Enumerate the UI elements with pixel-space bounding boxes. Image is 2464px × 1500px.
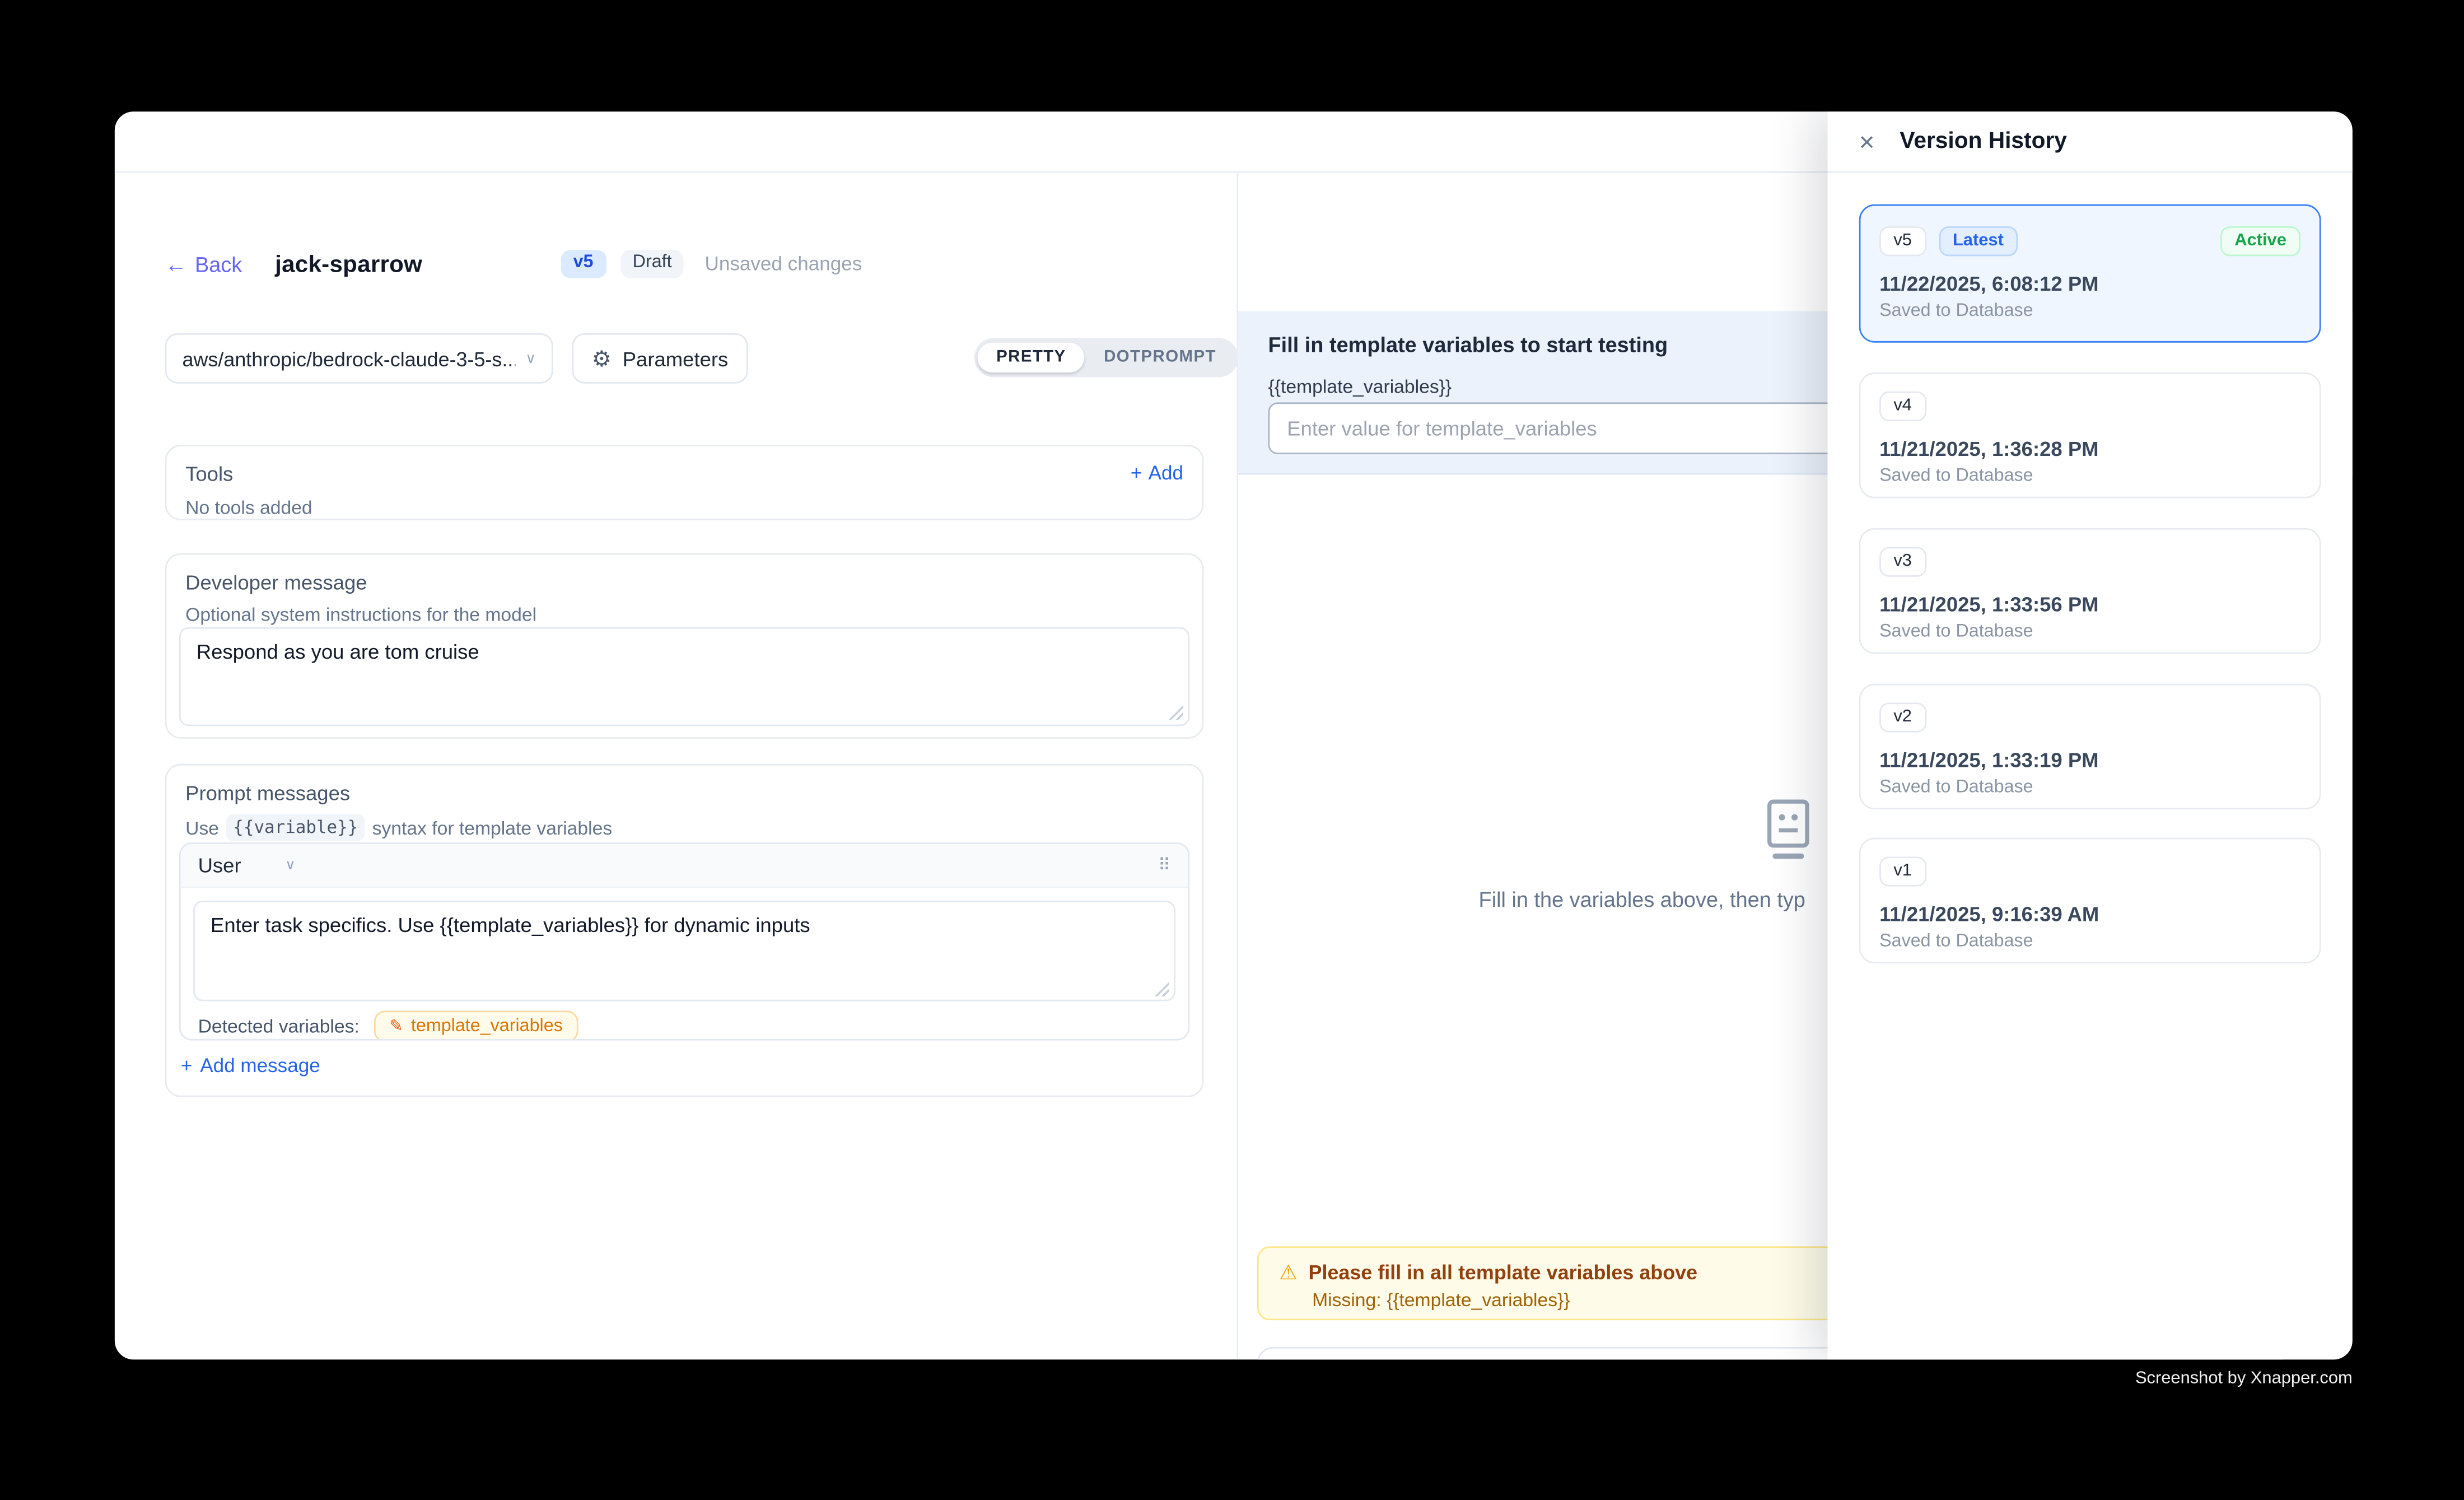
back-button[interactable]: ← Back xyxy=(165,252,242,276)
add-message-button[interactable]: + Add message xyxy=(181,1055,320,1077)
message-block: User ∨ ⠿ Enter task specifics. Use {{tem… xyxy=(179,842,1189,1041)
version-card-v2[interactable]: v2 11/21/2025, 1:33:19 PM Saved to Datab… xyxy=(1859,684,2321,809)
subtitle-suffix: syntax for template variables xyxy=(372,817,613,838)
version-number-badge: v1 xyxy=(1879,856,1926,886)
version-saved-text: Saved to Database xyxy=(1879,302,2300,321)
toggle-dotprompt[interactable]: DOTPROMPT xyxy=(1085,343,1235,372)
version-timestamp: 11/22/2025, 6:08:12 PM xyxy=(1879,272,2300,295)
chevron-down-icon: ∨ xyxy=(285,856,296,874)
version-card-v1[interactable]: v1 11/21/2025, 9:16:39 AM Saved to Datab… xyxy=(1859,838,2321,963)
tools-empty-text: No tools added xyxy=(185,497,1183,519)
variable-syntax-chip: {{variable}} xyxy=(227,814,364,841)
developer-message-input[interactable]: Respond as you are tom cruise xyxy=(179,627,1189,726)
version-timestamp: 11/21/2025, 1:33:56 PM xyxy=(1879,593,2300,616)
version-saved-text: Saved to Database xyxy=(1879,467,2300,486)
version-card-v4[interactable]: v4 11/21/2025, 1:36:28 PM Saved to Datab… xyxy=(1859,372,2321,498)
resize-grip-icon[interactable] xyxy=(1169,706,1183,720)
title-row: ← Back jack-sparrow v5 Draft Unsaved cha… xyxy=(165,244,862,285)
model-selector-value: aws/anthropic/bedrock-claude-3-5-s... xyxy=(183,347,516,370)
message-header: User ∨ ⠿ xyxy=(181,844,1188,888)
version-history-header: × Version History xyxy=(1828,111,2353,173)
version-timestamp: 11/21/2025, 1:33:19 PM xyxy=(1879,748,2300,772)
prompt-messages-subtitle: Use {{variable}} syntax for template var… xyxy=(185,814,1183,841)
warning-icon: ⚠ xyxy=(1279,1262,1298,1282)
pencil-icon: ✎ xyxy=(389,1017,403,1036)
version-card-v5[interactable]: v5 Latest Active 11/22/2025, 6:08:12 PM … xyxy=(1859,204,2321,343)
tools-section: Tools + Add No tools added xyxy=(165,445,1204,520)
version-history-title: Version History xyxy=(1900,129,2067,154)
warning-title: Please fill in all template variables ab… xyxy=(1309,1261,1698,1284)
developer-message-section: Developer message Optional system instru… xyxy=(165,553,1204,739)
version-number-badge: v2 xyxy=(1879,702,1926,732)
plus-icon: + xyxy=(181,1055,193,1077)
model-selector[interactable]: aws/anthropic/bedrock-claude-3-5-s... ∨ xyxy=(165,333,553,384)
screenshot-canvas: ← Back jack-sparrow v5 Draft Unsaved cha… xyxy=(0,0,2464,1499)
app-window: ← Back jack-sparrow v5 Draft Unsaved cha… xyxy=(115,111,2353,1359)
resize-grip-icon[interactable] xyxy=(1155,982,1169,996)
tools-title: Tools xyxy=(185,462,1183,486)
version-number-badge: v5 xyxy=(1879,226,1926,256)
version-saved-text: Saved to Database xyxy=(1879,932,2300,951)
unsaved-changes-text: Unsaved changes xyxy=(705,253,862,275)
detected-variables-label: Detected variables: xyxy=(198,1015,360,1037)
bot-face-icon xyxy=(1758,797,1818,874)
latest-badge: Latest xyxy=(1939,226,2018,256)
version-card-v3[interactable]: v3 11/21/2025, 1:33:56 PM Saved to Datab… xyxy=(1859,528,2321,654)
close-icon[interactable]: × xyxy=(1859,128,1875,155)
variable-name: template_variables xyxy=(411,1017,563,1036)
developer-message-title: Developer message xyxy=(185,571,1183,594)
version-timestamp: 11/21/2025, 9:16:39 AM xyxy=(1879,902,2300,926)
version-badge: v5 xyxy=(561,250,606,278)
add-tool-button[interactable]: + Add xyxy=(1131,462,1183,484)
page-title: jack-sparrow xyxy=(275,251,422,278)
prompt-messages-section: Prompt messages Use {{variable}} syntax … xyxy=(165,764,1204,1097)
back-label: Back xyxy=(195,252,242,276)
detected-variables-row: Detected variables: ✎ template_variables xyxy=(198,1010,578,1040)
version-number-badge: v4 xyxy=(1879,392,1926,421)
chevron-down-icon: ∨ xyxy=(525,350,536,367)
template-variable-label: {{template_variables}} xyxy=(1268,376,1452,398)
template-variable-chip[interactable]: ✎ template_variables xyxy=(374,1010,578,1040)
toggle-pretty[interactable]: PRETTY xyxy=(977,343,1085,372)
template-variables-heading: Fill in template variables to start test… xyxy=(1268,333,1668,357)
role-value: User xyxy=(198,854,241,877)
subtitle-prefix: Use xyxy=(185,817,219,838)
gear-icon: ⚙ xyxy=(592,347,612,369)
add-tool-label: Add xyxy=(1149,462,1183,484)
drag-handle-icon[interactable]: ⠿ xyxy=(1158,855,1171,875)
developer-message-subtitle: Optional system instructions for the mod… xyxy=(185,604,1183,626)
add-message-label: Add message xyxy=(200,1055,320,1077)
version-saved-text: Saved to Database xyxy=(1879,622,2300,641)
empty-state-text: Fill in the variables above, then typ xyxy=(1479,888,1805,911)
watermark-text: Screenshot by Xnapper.com xyxy=(2135,1369,2353,1388)
draft-badge: Draft xyxy=(620,250,684,278)
active-status-badge: Active xyxy=(2220,226,2300,256)
parameters-label: Parameters xyxy=(623,347,729,370)
version-saved-text: Saved to Database xyxy=(1879,778,2300,797)
plus-icon: + xyxy=(1131,462,1142,484)
back-arrow-icon: ← xyxy=(165,253,187,275)
version-timestamp: 11/21/2025, 1:36:28 PM xyxy=(1879,437,2300,460)
prompt-messages-title: Prompt messages xyxy=(185,781,1183,805)
version-history-panel: × Version History v5 Latest Active 11/22… xyxy=(1828,111,2353,1359)
parameters-button[interactable]: ⚙ Parameters xyxy=(572,333,748,384)
role-selector[interactable]: User ∨ xyxy=(198,854,296,877)
format-toggle: PRETTY DOTPROMPT xyxy=(974,338,1238,377)
message-input[interactable]: Enter task specifics. Use {{template_var… xyxy=(193,901,1175,1001)
version-number-badge: v3 xyxy=(1879,547,1926,577)
